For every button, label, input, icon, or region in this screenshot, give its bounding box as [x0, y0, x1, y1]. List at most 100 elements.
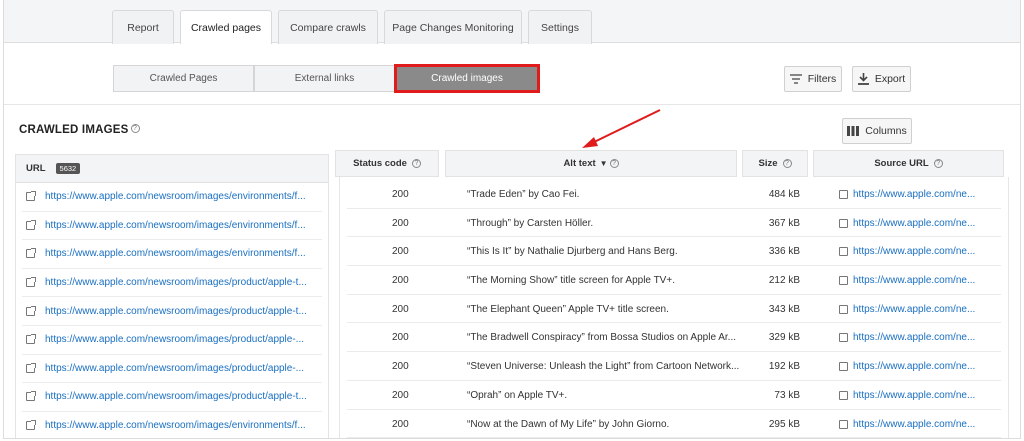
page-title: CRAWLED IMAGES?	[19, 124, 140, 136]
external-link-icon[interactable]	[839, 333, 848, 343]
alt-text-cell: “The Elephant Queen” Apple TV+ title scr…	[467, 303, 669, 315]
segment-external-links[interactable]: External links	[254, 65, 395, 92]
table-row[interactable]: 200 “The Elephant Queen” Apple TV+ title…	[347, 295, 1001, 324]
size-header-label: Size	[758, 158, 778, 169]
source-url-link[interactable]: https://www.apple.com/ne...	[853, 390, 983, 401]
list-item[interactable]: https://www.apple.com/newsroom/images/en…	[22, 412, 322, 438]
help-icon[interactable]: ?	[411, 159, 421, 168]
external-link-icon[interactable]	[839, 419, 848, 429]
source-url-link[interactable]: https://www.apple.com/ne...	[853, 218, 983, 229]
images-table-body: 200 “Trade Eden” by Cao Fei. 484 kB http…	[339, 180, 1009, 438]
external-link-icon[interactable]	[26, 277, 36, 288]
url-link[interactable]: https://www.apple.com/newsroom/images/en…	[45, 420, 306, 431]
table-row[interactable]: 200 “Trade Eden” by Cao Fei. 484 kB http…	[347, 180, 1001, 209]
status-cell: 200	[392, 246, 409, 258]
alt-text-cell: “The Morning Show” title screen for Appl…	[467, 275, 675, 287]
tab-crawled-pages[interactable]: Crawled pages	[180, 10, 272, 44]
external-link-icon[interactable]	[839, 190, 848, 199]
source-url-link[interactable]: https://www.apple.com/ne...	[853, 246, 983, 257]
source-url-link[interactable]: https://www.apple.com/ne...	[853, 275, 983, 286]
column-header-source-url[interactable]: Source URL?	[813, 150, 1004, 177]
external-link-icon[interactable]	[839, 218, 848, 228]
table-row[interactable]: 200 “The Morning Show” title screen for …	[347, 266, 1001, 295]
column-header-size[interactable]: Size?	[742, 150, 808, 177]
source-url-link[interactable]: https://www.apple.com/ne...	[853, 419, 983, 430]
external-link-icon[interactable]	[26, 391, 36, 402]
url-link[interactable]: https://www.apple.com/newsroom/images/en…	[45, 248, 306, 259]
source-url-link[interactable]: https://www.apple.com/ne...	[853, 361, 983, 372]
app-frame: Report Crawled pages Compare crawls Page…	[3, 0, 1021, 439]
size-cell: 295 kB	[768, 418, 800, 430]
external-link-icon[interactable]	[839, 304, 848, 314]
url-link[interactable]: https://www.apple.com/newsroom/images/en…	[45, 191, 306, 202]
list-item[interactable]: https://www.apple.com/newsroom/images/en…	[22, 240, 322, 269]
table-row[interactable]: 200 “Now at the Dawn of My Life” by John…	[347, 410, 1001, 438]
list-item[interactable]: https://www.apple.com/newsroom/images/pr…	[22, 297, 322, 326]
external-link-icon[interactable]	[839, 276, 848, 286]
help-icon[interactable]: ?	[782, 159, 792, 168]
tab-compare-crawls[interactable]: Compare crawls	[278, 10, 378, 44]
url-link[interactable]: https://www.apple.com/newsroom/images/en…	[45, 220, 306, 231]
filters-button[interactable]: Filters	[784, 66, 842, 92]
external-link-icon[interactable]	[26, 305, 36, 316]
sort-desc-icon[interactable]: ▼	[600, 159, 608, 168]
list-item[interactable]: https://www.apple.com/newsroom/images/en…	[22, 183, 322, 212]
tab-page-changes-monitoring[interactable]: Page Changes Monitoring	[384, 10, 522, 44]
external-link-icon[interactable]	[839, 362, 848, 372]
list-item[interactable]: https://www.apple.com/newsroom/images/en…	[22, 212, 322, 241]
url-column-header[interactable]: URL 5632	[16, 155, 328, 183]
url-link[interactable]: https://www.apple.com/newsroom/images/pr…	[45, 334, 304, 345]
column-header-alt-text[interactable]: Alt text ▼?	[445, 150, 737, 177]
list-item[interactable]: https://www.apple.com/newsroom/images/pr…	[22, 383, 322, 412]
table-row[interactable]: 200 “Through” by Carsten Höller. 367 kB …	[347, 209, 1001, 238]
status-cell: 200	[392, 361, 409, 373]
url-link[interactable]: https://www.apple.com/newsroom/images/pr…	[45, 277, 307, 288]
external-link-icon[interactable]	[26, 219, 36, 230]
help-icon[interactable]: ?	[130, 124, 140, 133]
help-icon[interactable]: ?	[609, 159, 619, 168]
alt-text-cell: “Steven Universe: Unleash the Light” fro…	[467, 361, 739, 373]
status-cell: 200	[392, 189, 409, 200]
segment-crawled-pages[interactable]: Crawled Pages	[113, 65, 254, 92]
segment-crawled-images[interactable]: Crawled images	[394, 64, 540, 93]
tab-report[interactable]: Report	[112, 10, 174, 44]
alt-header-label: Alt text	[563, 158, 596, 169]
external-link-icon[interactable]	[26, 362, 36, 373]
alt-text-cell: “Now at the Dawn of My Life” by John Gio…	[467, 418, 670, 430]
url-link[interactable]: https://www.apple.com/newsroom/images/pr…	[45, 306, 307, 317]
source-url-link[interactable]: https://www.apple.com/ne...	[853, 189, 983, 200]
source-url-link[interactable]: https://www.apple.com/ne...	[853, 304, 983, 315]
external-link-icon[interactable]	[26, 248, 36, 259]
export-button[interactable]: Export	[852, 66, 911, 92]
section-title-text: CRAWLED IMAGES	[19, 124, 129, 136]
external-link-icon[interactable]	[839, 247, 848, 257]
table-row[interactable]: 200 “Steven Universe: Unleash the Light”…	[347, 352, 1001, 381]
external-link-icon[interactable]	[26, 334, 36, 345]
size-cell: 192 kB	[768, 361, 800, 373]
list-item[interactable]: https://www.apple.com/newsroom/images/pr…	[22, 355, 322, 384]
columns-icon	[847, 126, 860, 136]
table-row[interactable]: 200 “This Is It” by Nathalie Djurberg an…	[347, 237, 1001, 267]
annotation-arrow-icon	[582, 109, 661, 148]
tab-settings[interactable]: Settings	[528, 10, 592, 44]
external-link-icon[interactable]	[839, 390, 848, 400]
size-cell: 73 kB	[774, 389, 800, 401]
help-icon[interactable]: ?	[933, 159, 943, 168]
url-link[interactable]: https://www.apple.com/newsroom/images/pr…	[45, 391, 307, 402]
external-link-icon[interactable]	[26, 191, 36, 202]
download-icon	[857, 73, 869, 85]
status-cell: 200	[392, 275, 409, 287]
source-url-link[interactable]: https://www.apple.com/ne...	[853, 332, 983, 343]
url-link[interactable]: https://www.apple.com/newsroom/images/pr…	[45, 363, 304, 374]
columns-button[interactable]: Columns	[842, 118, 912, 144]
external-link-icon[interactable]	[26, 420, 36, 431]
alt-text-cell: “This Is It” by Nathalie Djurberg and Ha…	[467, 246, 678, 258]
column-header-status[interactable]: Status code?	[335, 150, 439, 177]
list-item[interactable]: https://www.apple.com/newsroom/images/pr…	[22, 269, 322, 298]
table-row[interactable]: 200 “The Bradwell Conspiracy” from Bossa…	[347, 323, 1001, 353]
source-header-label: Source URL	[874, 158, 929, 169]
filter-icon	[789, 74, 802, 84]
status-cell: 200	[392, 217, 409, 229]
list-item[interactable]: https://www.apple.com/newsroom/images/pr…	[22, 326, 322, 355]
table-row[interactable]: 200 “Oprah” on Apple TV+. 73 kB https://…	[347, 381, 1001, 410]
